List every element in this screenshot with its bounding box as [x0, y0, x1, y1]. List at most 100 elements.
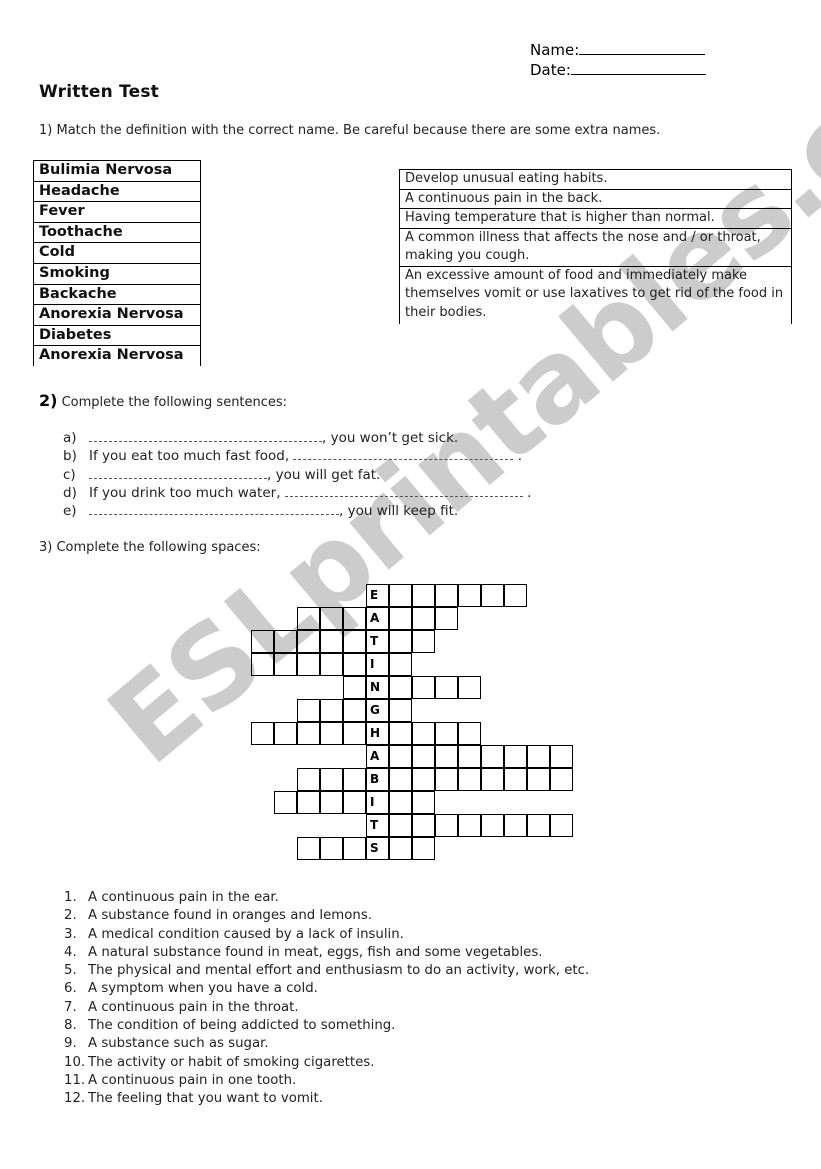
crossword-cell[interactable] [527, 768, 550, 791]
crossword-cell[interactable] [343, 653, 366, 676]
crossword-cell[interactable] [320, 699, 343, 722]
section3-text: Complete the following spaces: [56, 540, 261, 555]
crossword-cell[interactable] [389, 676, 412, 699]
crossword-cell[interactable] [504, 814, 527, 837]
crossword-cell[interactable] [458, 676, 481, 699]
crossword-cell[interactable] [504, 768, 527, 791]
crossword-cell[interactable] [343, 722, 366, 745]
date-field[interactable]: Date: [530, 60, 706, 79]
crossword-cell[interactable] [251, 722, 274, 745]
crossword-cell[interactable] [458, 814, 481, 837]
crossword-cell[interactable] [527, 814, 550, 837]
sentence-blank[interactable] [89, 429, 322, 442]
crossword-cell[interactable] [274, 653, 297, 676]
crossword-cell[interactable] [550, 768, 573, 791]
crossword-cell[interactable] [481, 814, 504, 837]
crossword-cell[interactable] [343, 699, 366, 722]
crossword-cell[interactable] [389, 653, 412, 676]
crossword-cell[interactable] [550, 814, 573, 837]
sentence-blank[interactable] [89, 466, 267, 479]
crossword-cell[interactable] [412, 791, 435, 814]
crossword-cell[interactable] [458, 584, 481, 607]
sentence-blank[interactable] [284, 484, 523, 497]
crossword-cell[interactable] [412, 768, 435, 791]
crossword-cell[interactable] [297, 837, 320, 860]
sentence-blank[interactable] [293, 447, 514, 460]
crossword-cell[interactable] [343, 607, 366, 630]
crossword-cell[interactable] [297, 653, 320, 676]
section3-instruction: 3) Complete the following spaces: [39, 540, 261, 555]
crossword-cell[interactable] [527, 745, 550, 768]
crossword-cell[interactable] [504, 745, 527, 768]
crossword-cell[interactable] [435, 768, 458, 791]
crossword-cell[interactable] [550, 745, 573, 768]
crossword-cell[interactable] [297, 768, 320, 791]
crossword-cell[interactable] [435, 814, 458, 837]
crossword-cell[interactable] [389, 607, 412, 630]
crossword-cell[interactable] [343, 837, 366, 860]
crossword-cell[interactable] [297, 699, 320, 722]
crossword-cell[interactable] [458, 722, 481, 745]
crossword-cell[interactable] [412, 584, 435, 607]
crossword-cell[interactable] [504, 584, 527, 607]
crossword-cell[interactable] [297, 722, 320, 745]
crossword-cell[interactable] [251, 630, 274, 653]
crossword-cell[interactable] [389, 837, 412, 860]
crossword-cell[interactable] [343, 630, 366, 653]
crossword-cell[interactable] [297, 791, 320, 814]
crossword-cell[interactable] [320, 768, 343, 791]
crossword-cell[interactable] [251, 653, 274, 676]
crossword-cell[interactable] [389, 722, 412, 745]
crossword-cell[interactable] [458, 768, 481, 791]
crossword-cell[interactable] [389, 768, 412, 791]
crossword-cell[interactable] [274, 722, 297, 745]
name-field[interactable]: Name: [530, 40, 706, 59]
crossword-cell[interactable] [435, 745, 458, 768]
crossword-cell[interactable] [389, 745, 412, 768]
name-blank-line[interactable] [579, 40, 706, 55]
crossword-cell[interactable] [458, 745, 481, 768]
crossword-cell[interactable] [412, 722, 435, 745]
clue-item: 3. A medical condition caused by a lack o… [64, 926, 589, 944]
crossword-cell[interactable] [435, 676, 458, 699]
sentence-blank[interactable] [89, 502, 339, 515]
crossword-cell[interactable] [343, 676, 366, 699]
sentence-text-before: If you eat too much fast food, [89, 448, 294, 464]
name-item: Fever [33, 201, 201, 222]
crossword-cell[interactable] [320, 653, 343, 676]
crossword-cell[interactable] [389, 630, 412, 653]
crossword-cell[interactable] [343, 791, 366, 814]
crossword-cell[interactable] [389, 584, 412, 607]
crossword-cell[interactable] [412, 630, 435, 653]
crossword-cell[interactable] [389, 699, 412, 722]
sentence-b: b) If you eat too much fast food, . [63, 447, 522, 464]
crossword-cell[interactable] [481, 745, 504, 768]
clue-text: A substance found in oranges and lemons. [88, 908, 372, 924]
crossword-cell[interactable] [412, 814, 435, 837]
crossword-cell[interactable] [412, 607, 435, 630]
crossword-cell[interactable] [274, 630, 297, 653]
crossword-cell[interactable] [435, 722, 458, 745]
crossword-cell[interactable] [389, 791, 412, 814]
crossword-cell[interactable] [320, 791, 343, 814]
crossword-cell[interactable] [343, 768, 366, 791]
crossword-cell[interactable] [412, 745, 435, 768]
crossword-cell[interactable] [481, 584, 504, 607]
crossword-cell[interactable] [274, 791, 297, 814]
crossword-cell[interactable] [389, 814, 412, 837]
crossword-cell[interactable] [320, 630, 343, 653]
sentence-label: e) [63, 503, 77, 519]
crossword-cell[interactable] [412, 676, 435, 699]
crossword-cell[interactable] [320, 722, 343, 745]
crossword-cell[interactable] [320, 607, 343, 630]
crossword-cell[interactable] [297, 607, 320, 630]
crossword-cell[interactable] [435, 584, 458, 607]
crossword-cell[interactable] [481, 768, 504, 791]
crossword-cell[interactable] [297, 630, 320, 653]
crossword-cell[interactable] [412, 837, 435, 860]
section2-text: Complete the following sentences: [61, 395, 288, 410]
sentence-text-after: . [522, 485, 532, 501]
date-blank-line[interactable] [570, 60, 706, 75]
crossword-cell[interactable] [435, 607, 458, 630]
crossword-cell[interactable] [320, 837, 343, 860]
